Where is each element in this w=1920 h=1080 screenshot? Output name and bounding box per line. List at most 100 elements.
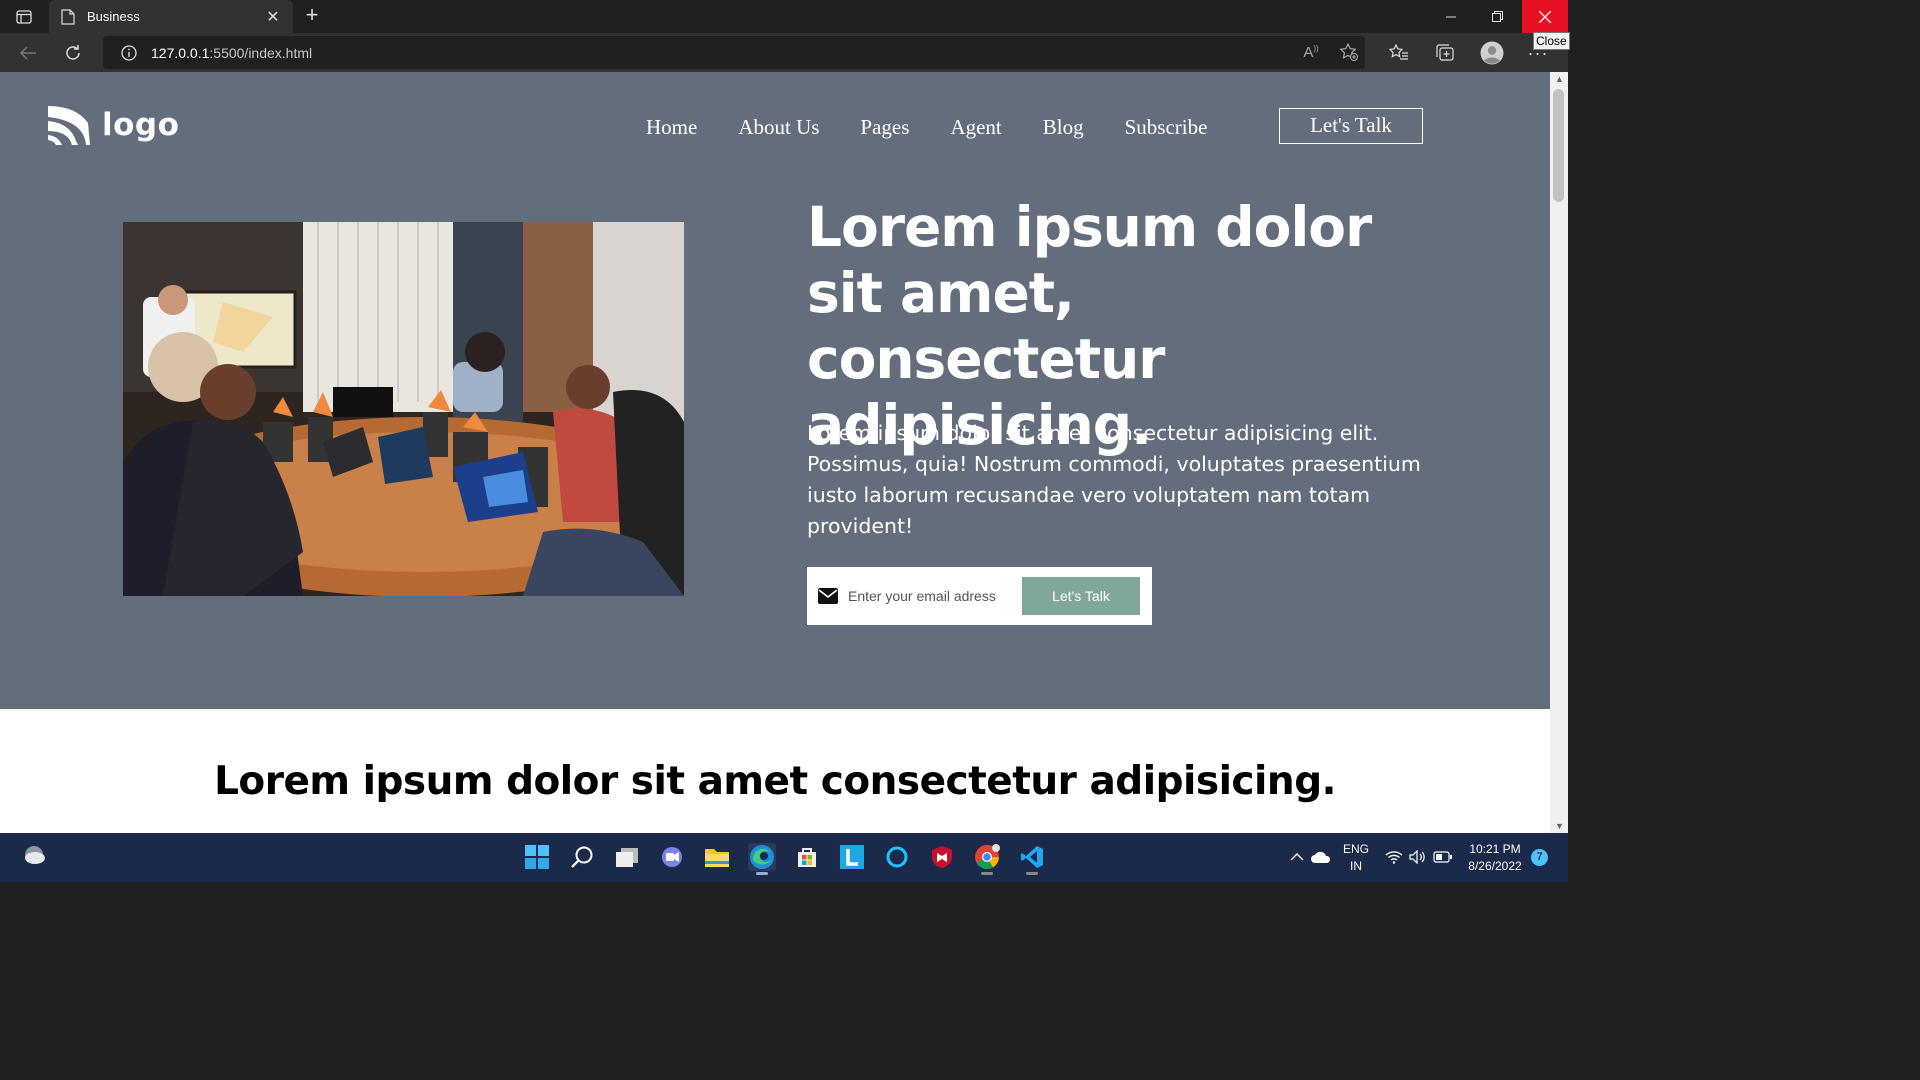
chrome-icon	[975, 844, 1000, 870]
nav-subscribe[interactable]: Subscribe	[1125, 115, 1208, 140]
vscode-button[interactable]	[1018, 843, 1046, 875]
l-app-icon	[840, 845, 864, 869]
back-button[interactable]	[14, 39, 42, 67]
task-view-button[interactable]	[613, 843, 641, 871]
collections-icon	[1436, 44, 1454, 61]
system-clock[interactable]: 10:21 PM 8/26/2022	[1462, 841, 1528, 875]
page-viewport: logo Home About Us Pages Agent Blog Subs…	[0, 72, 1550, 833]
task-view-icon	[616, 848, 638, 867]
search-button[interactable]	[568, 843, 596, 871]
chat-icon	[662, 847, 682, 867]
teams-chat-button[interactable]	[658, 843, 686, 871]
nav-pages[interactable]: Pages	[860, 115, 909, 140]
windows-taskbar: ENG IN 10:21 PM 8/26/2022 7	[0, 833, 1568, 882]
window-close-button[interactable]	[1522, 0, 1568, 33]
clock-date: 8/26/2022	[1468, 859, 1522, 873]
address-bar[interactable]: 127.0.0.1:5500/index.html A))	[103, 36, 1365, 69]
refresh-icon	[66, 45, 80, 60]
start-button[interactable]	[523, 843, 551, 871]
running-app-indicator	[981, 872, 993, 875]
minimize-icon	[1446, 16, 1456, 17]
browser-tab-bar: Business ✕ +	[0, 0, 1568, 33]
profile-button[interactable]	[1480, 41, 1504, 65]
hero-description: Lorem ipsum dolor sit amet consectetur a…	[807, 421, 1421, 538]
favorites-icon	[1389, 44, 1408, 60]
star-add-icon	[1339, 42, 1358, 61]
email-signup-form: Let's Talk	[807, 567, 1152, 625]
restore-button[interactable]	[1474, 0, 1520, 33]
new-tab-button[interactable]: +	[299, 3, 325, 29]
nav-home[interactable]: Home	[646, 115, 697, 140]
close-tab-icon[interactable]: ✕	[263, 7, 283, 27]
volume-button[interactable]	[1404, 843, 1432, 871]
edge-button[interactable]	[748, 843, 776, 875]
scroll-up-arrow-icon[interactable]: ▲	[1555, 74, 1564, 84]
page-scrollbar[interactable]: ▲ ▼	[1550, 72, 1568, 833]
cortana-icon	[886, 846, 908, 868]
language-code: ENG	[1342, 842, 1369, 856]
site-info-icon[interactable]	[121, 44, 137, 61]
notification-badge[interactable]: 7	[1531, 849, 1548, 866]
logo-text: logo	[102, 107, 180, 143]
clock-time: 10:21 PM	[1469, 842, 1521, 856]
add-favorite-button[interactable]	[1337, 40, 1361, 64]
avatar-icon	[1480, 41, 1504, 65]
close-icon	[1539, 10, 1551, 23]
envelope-icon	[818, 588, 838, 604]
nav-blog[interactable]: Blog	[1043, 115, 1084, 140]
chrome-button[interactable]	[973, 843, 1001, 875]
scrollbar-thumb[interactable]	[1553, 89, 1564, 202]
chevron-up-icon	[1290, 853, 1304, 861]
edge-icon	[750, 845, 774, 869]
meeting-photo-image	[123, 222, 684, 596]
store-icon	[798, 848, 816, 867]
wifi-icon	[1385, 851, 1403, 864]
header-lets-talk-button[interactable]: Let's Talk	[1279, 108, 1423, 144]
vscode-icon	[1021, 846, 1043, 868]
page-favicon-icon	[61, 8, 75, 25]
microsoft-store-button[interactable]	[793, 843, 821, 871]
search-icon	[571, 846, 593, 868]
region-code: IN	[1350, 859, 1362, 873]
section-heading: Lorem ipsum dolor sit amet consectetur a…	[214, 759, 1336, 804]
weather-cloud-icon	[25, 846, 45, 864]
hero-meeting-photo	[123, 222, 684, 596]
read-aloud-icon: A))	[1303, 43, 1319, 61]
read-aloud-button[interactable]: A))	[1299, 40, 1323, 64]
onedrive-button[interactable]	[1307, 843, 1335, 871]
restore-icon	[1491, 11, 1503, 22]
hero-section: logo Home About Us Pages Agent Blog Subs…	[0, 72, 1550, 709]
favorites-button[interactable]	[1387, 41, 1411, 65]
back-arrow-icon	[19, 46, 36, 60]
speaker-icon	[1409, 850, 1425, 864]
collections-button[interactable]	[1433, 41, 1457, 65]
main-nav: Home About Us Pages Agent Blog Subscribe	[646, 115, 1207, 140]
second-section: Lorem ipsum dolor sit amet consectetur a…	[0, 709, 1550, 833]
browser-toolbar: 127.0.0.1:5500/index.html A)) ···	[0, 33, 1568, 72]
signup-lets-talk-button[interactable]: Let's Talk	[1022, 577, 1140, 615]
weather-widget[interactable]	[22, 844, 46, 866]
battery-button[interactable]	[1429, 843, 1457, 871]
refresh-button[interactable]	[59, 39, 87, 67]
scroll-down-arrow-icon[interactable]: ▼	[1555, 821, 1564, 831]
logo-icon	[48, 106, 90, 145]
file-explorer-button[interactable]	[703, 843, 731, 871]
browser-tab[interactable]: Business ✕	[49, 0, 293, 33]
l-app-button[interactable]	[838, 843, 866, 871]
url-text[interactable]: 127.0.0.1:5500/index.html	[151, 45, 312, 61]
minimize-button[interactable]	[1428, 0, 1474, 33]
email-input[interactable]	[848, 588, 1016, 604]
tab-actions-icon	[16, 10, 32, 24]
tab-actions-button[interactable]	[10, 6, 38, 28]
close-tooltip: Close	[1533, 32, 1570, 50]
site-logo[interactable]: logo	[46, 103, 179, 147]
nav-agent[interactable]: Agent	[950, 115, 1001, 140]
input-language-indicator[interactable]: ENG IN	[1341, 841, 1371, 875]
active-app-indicator	[756, 872, 768, 875]
mcafee-shield-icon	[932, 846, 952, 868]
running-app-indicator	[1026, 872, 1038, 875]
mcafee-button[interactable]	[928, 843, 956, 871]
nav-about-us[interactable]: About Us	[738, 115, 819, 140]
folder-icon	[705, 849, 729, 867]
cortana-button[interactable]	[883, 843, 911, 871]
